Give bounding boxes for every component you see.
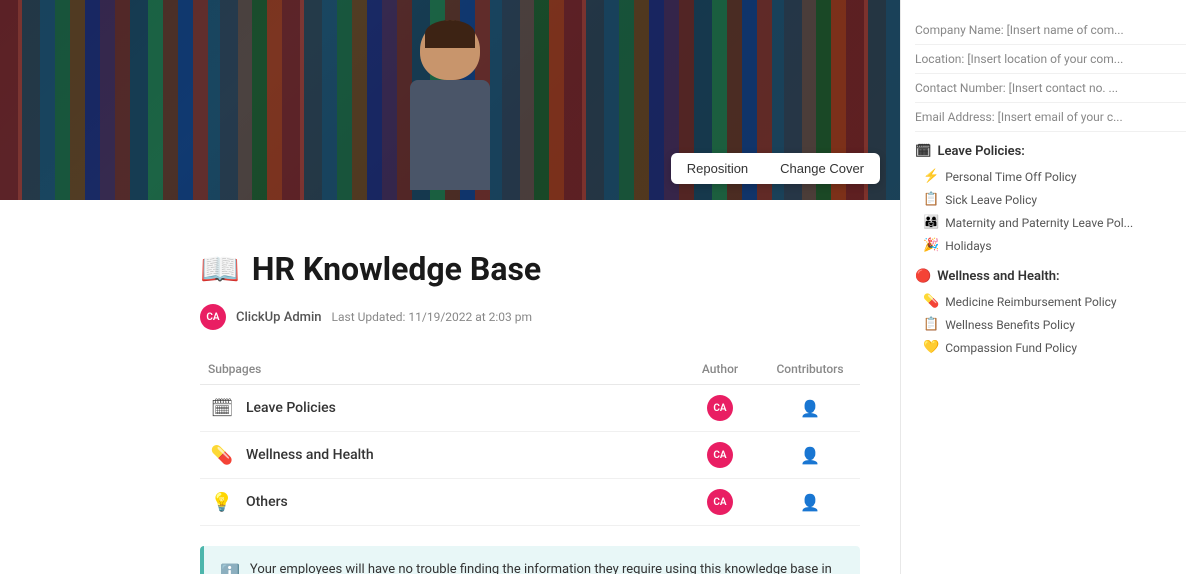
sidebar-item-icon: 👨‍👩‍👧 — [923, 215, 939, 230]
sidebar-item[interactable]: 💛 Compassion Fund Policy — [915, 336, 1186, 359]
sidebar-item[interactable]: ⚡ Personal Time Off Policy — [915, 165, 1186, 188]
person-body — [410, 80, 490, 190]
subpage-icon: 💡 — [208, 492, 236, 513]
person-hair — [425, 20, 475, 48]
cover-action-buttons: Reposition Change Cover — [671, 153, 880, 184]
subpage-contributors-cell: 👤 — [760, 479, 860, 526]
sidebar-item[interactable]: 💊 Medicine Reimbursement Policy — [915, 290, 1186, 313]
title-emoji: 📖 — [200, 250, 240, 288]
right-sidebar: Company Name: [Insert name of com...Loca… — [900, 0, 1200, 574]
subpage-name-cell[interactable]: 💡 Others — [200, 479, 680, 526]
author-avatar-sm: CA — [707, 395, 733, 421]
sidebar-item-label: Holidays — [945, 239, 991, 253]
info-callout: ℹ️ Your employees will have no trouble f… — [200, 546, 860, 574]
sidebar-section-title: 🗓 Leave Policies: — [915, 144, 1186, 159]
sidebar-field[interactable]: Location: [Insert location of your com..… — [915, 45, 1186, 74]
subpage-label: Wellness and Health — [246, 447, 374, 463]
sidebar-field[interactable]: Company Name: [Insert name of com... — [915, 16, 1186, 45]
sidebar-field[interactable]: Email Address: [Insert email of your c..… — [915, 103, 1186, 132]
change-cover-button[interactable]: Change Cover — [766, 155, 878, 182]
sidebar-item[interactable]: 📋 Sick Leave Policy — [915, 188, 1186, 211]
sidebar-item-icon: 🎉 — [923, 238, 939, 253]
col-header-contributors: Contributors — [760, 358, 860, 385]
author-avatar: CA — [200, 304, 226, 330]
sidebar-item-label: Personal Time Off Policy — [945, 170, 1076, 184]
section-icon: 🗓 — [915, 144, 932, 159]
author-name: ClickUp Admin — [236, 310, 322, 325]
sidebar-item-label: Compassion Fund Policy — [945, 341, 1077, 355]
subpage-contributors-cell: 👤 — [760, 385, 860, 432]
sidebar-item-icon: 💛 — [923, 340, 939, 355]
info-text: Your employees will have no trouble find… — [250, 560, 844, 574]
subpage-name-cell[interactable]: 💊 Wellness and Health — [200, 432, 680, 479]
doc-metadata: CA ClickUp Admin Last Updated: 11/19/202… — [200, 304, 860, 330]
table-row: 🗓 Leave Policies CA 👤 — [200, 385, 860, 432]
subpages-table: Subpages Author Contributors 🗓 Leave Pol… — [200, 358, 860, 526]
info-icon: ℹ️ — [220, 561, 240, 574]
subpage-author-cell: CA — [680, 479, 760, 526]
sidebar-item-icon: 📋 — [923, 192, 939, 207]
cover-image: Reposition Change Cover — [0, 0, 900, 200]
person-figure — [390, 20, 510, 200]
subpage-author-cell: CA — [680, 432, 760, 479]
col-header-author: Author — [680, 358, 760, 385]
person-head — [420, 20, 480, 80]
subpage-icon: 💊 — [208, 445, 236, 466]
sidebar-item-icon: 📋 — [923, 317, 939, 332]
section-icon: 🔴 — [915, 269, 931, 284]
table-row: 💊 Wellness and Health CA 👤 — [200, 432, 860, 479]
section-title-text: Leave Policies: — [938, 144, 1025, 159]
subpage-contributors-cell: 👤 — [760, 432, 860, 479]
subpage-label: Others — [246, 494, 288, 510]
sidebar-item-label: Medicine Reimbursement Policy — [945, 295, 1116, 309]
contributor-icon: 👤 — [800, 493, 820, 512]
subpage-icon: 🗓 — [208, 398, 236, 419]
title-row: 📖 HR Knowledge Base — [200, 250, 860, 288]
sidebar-field[interactable]: Contact Number: [Insert contact no. ... — [915, 74, 1186, 103]
sidebar-section-title: 🔴 Wellness and Health: — [915, 269, 1186, 284]
sidebar-item-label: Maternity and Paternity Leave Pol... — [945, 216, 1133, 230]
subpage-name-cell[interactable]: 🗓 Leave Policies — [200, 385, 680, 432]
col-header-subpages: Subpages — [200, 358, 680, 385]
subpage-author-cell: CA — [680, 385, 760, 432]
sidebar-item-icon: 💊 — [923, 294, 939, 309]
subpage-label: Leave Policies — [246, 400, 336, 416]
sidebar-item[interactable]: 📋 Wellness Benefits Policy — [915, 313, 1186, 336]
table-row: 💡 Others CA 👤 — [200, 479, 860, 526]
sidebar-item[interactable]: 🎉 Holidays — [915, 234, 1186, 257]
author-avatar-sm: CA — [707, 489, 733, 515]
sidebar-item[interactable]: 👨‍👩‍👧 Maternity and Paternity Leave Pol.… — [915, 211, 1186, 234]
sidebar-item-icon: ⚡ — [923, 169, 939, 184]
page-title: HR Knowledge Base — [252, 250, 541, 288]
author-avatar-sm: CA — [707, 442, 733, 468]
sidebar-item-label: Wellness Benefits Policy — [945, 318, 1075, 332]
last-updated: Last Updated: 11/19/2022 at 2:03 pm — [332, 310, 532, 324]
reposition-button[interactable]: Reposition — [673, 155, 762, 182]
section-title-text: Wellness and Health: — [937, 269, 1059, 284]
document-content: 📖 HR Knowledge Base CA ClickUp Admin Las… — [0, 200, 900, 574]
contributor-icon: 👤 — [800, 446, 820, 465]
contributor-icon: 👤 — [800, 399, 820, 418]
sidebar-item-label: Sick Leave Policy — [945, 193, 1037, 207]
